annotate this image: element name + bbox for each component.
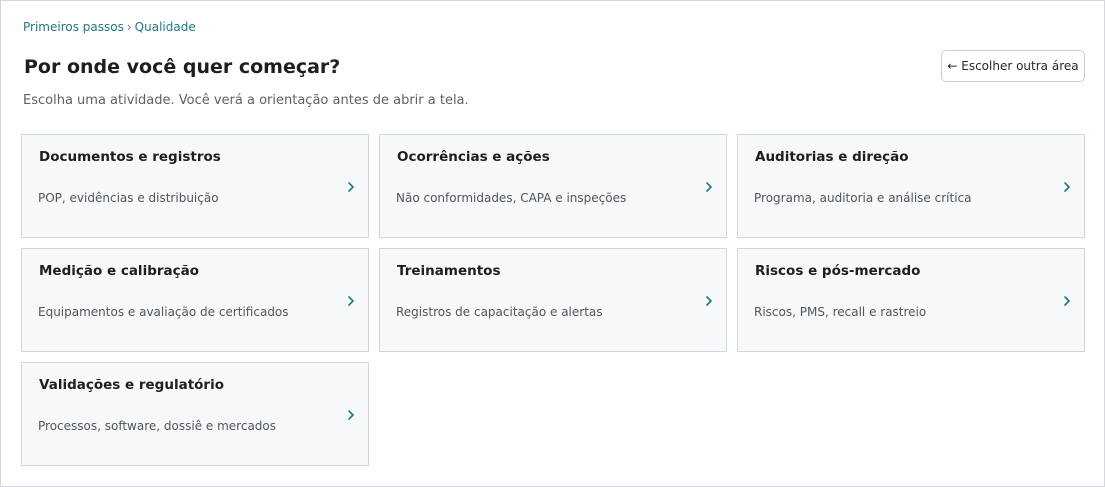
- choose-other-area-button[interactable]: ← Escolher outra área: [941, 50, 1085, 82]
- breadcrumb-separator: ›: [126, 20, 132, 34]
- chevron-right-icon: [348, 410, 354, 420]
- activity-card-medicao[interactable]: Medição e calibração Equipamentos e aval…: [21, 248, 369, 352]
- card-description: Riscos, PMS, recall e rastreio: [754, 305, 927, 319]
- card-description: Registros de capacitação e alertas: [396, 305, 603, 319]
- page-title: Por onde você quer começar?: [24, 56, 341, 78]
- breadcrumb: Primeiros passos › Qualidade: [23, 20, 196, 34]
- activity-card-documentos[interactable]: Documentos e registros POP, evidências e…: [21, 134, 369, 238]
- card-title: Medição e calibração: [39, 263, 200, 279]
- card-title: Riscos e pós-mercado: [755, 263, 921, 279]
- card-description: POP, evidências e distribuição: [38, 191, 219, 205]
- chevron-right-icon: [348, 296, 354, 306]
- card-title: Auditorias e direção: [755, 149, 909, 165]
- activity-grid: Documentos e registros POP, evidências e…: [21, 134, 1085, 466]
- card-description: Processos, software, dossiê e mercados: [38, 419, 277, 433]
- card-title: Treinamentos: [397, 263, 501, 279]
- activity-card-validacoes[interactable]: Validações e regulatório Processos, soft…: [21, 362, 369, 466]
- card-description: Não conformidades, CAPA e inspeções: [396, 191, 627, 205]
- card-title: Ocorrências e ações: [397, 149, 550, 165]
- card-description: Equipamentos e avaliação de certificados: [38, 305, 289, 319]
- page-frame: Primeiros passos › Qualidade Por onde você…: [0, 0, 1105, 487]
- card-description: Programa, auditoria e análise crítica: [754, 191, 972, 205]
- card-title: Validações e regulatório: [39, 377, 224, 393]
- chevron-right-icon: [706, 182, 712, 192]
- chevron-right-icon: [1064, 296, 1070, 306]
- activity-card-riscos[interactable]: Riscos e pós-mercado Riscos, PMS, recall…: [737, 248, 1085, 352]
- breadcrumb-item-primeiros-passos[interactable]: Primeiros passos: [23, 20, 124, 34]
- breadcrumb-item-qualidade[interactable]: Qualidade: [135, 20, 196, 34]
- chevron-right-icon: [348, 182, 354, 192]
- activity-card-auditorias[interactable]: Auditorias e direção Programa, auditoria…: [737, 134, 1085, 238]
- chevron-right-icon: [1064, 182, 1070, 192]
- activity-card-treinamentos[interactable]: Treinamentos Registros de capacitação e …: [379, 248, 727, 352]
- chevron-right-icon: [706, 296, 712, 306]
- card-title: Documentos e registros: [39, 149, 221, 165]
- activity-card-ocorrencias[interactable]: Ocorrências e ações Não conformidades, C…: [379, 134, 727, 238]
- page-subtitle: Escolha uma atividade. Você verá a orien…: [23, 93, 469, 108]
